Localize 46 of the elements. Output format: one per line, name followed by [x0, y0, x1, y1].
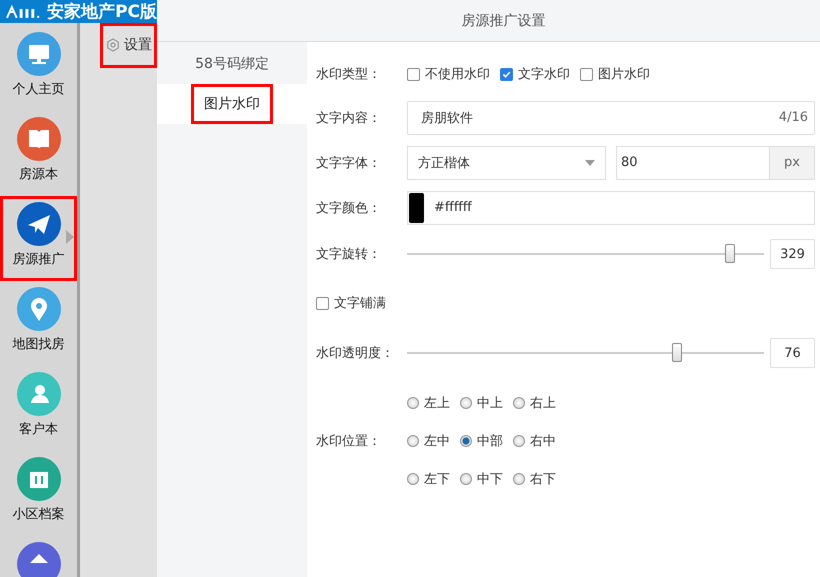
- field-label: 文字字体：: [316, 154, 382, 172]
- slider-thumb[interactable]: [725, 244, 736, 263]
- unit-label: px: [769, 146, 814, 178]
- radio-option[interactable]: 中上: [460, 394, 503, 412]
- size-field[interactable]: 80 px: [616, 146, 815, 180]
- slider-thumb[interactable]: [672, 343, 682, 362]
- checkbox-option[interactable]: 文字水印: [500, 65, 570, 83]
- nav-item[interactable]: 小区档案: [0, 451, 77, 536]
- radio-option[interactable]: 右下: [513, 470, 556, 488]
- nav-item[interactable]: 客户本: [0, 366, 77, 451]
- radio-option[interactable]: 右上: [513, 394, 556, 412]
- field-label: 水印位置：: [316, 433, 382, 450]
- field-label: 水印透明度：: [316, 345, 395, 362]
- radio-option[interactable]: 左中: [407, 432, 450, 450]
- field-label: 水印类型：: [316, 66, 382, 83]
- app-title: 安家地产PC版: [47, 1, 157, 23]
- rotation-value[interactable]: 329: [770, 239, 815, 269]
- char-counter: 4/16: [778, 110, 808, 125]
- radio-option[interactable]: 中下: [460, 470, 503, 488]
- tab[interactable]: 图片水印: [157, 84, 307, 124]
- field-label: 文字旋转：: [316, 246, 382, 263]
- settings-menu-item[interactable]: 设置: [100, 23, 157, 68]
- checkbox-option[interactable]: 文字铺满: [316, 294, 386, 312]
- field-label: 文字内容：: [316, 110, 382, 126]
- caret-icon: [585, 160, 595, 166]
- field-label: 文字颜色：: [316, 200, 382, 216]
- opacity-value[interactable]: 76: [770, 338, 815, 368]
- nav-item[interactable]: 房源推广: [0, 196, 77, 281]
- hexagon-icon: [106, 38, 120, 52]
- color-swatch: [409, 192, 424, 222]
- radio-option[interactable]: 右中: [513, 432, 556, 450]
- checkbox-option[interactable]: 图片水印: [580, 65, 650, 83]
- nav-item[interactable]: 房源本: [0, 111, 77, 196]
- radio-option[interactable]: 左下: [407, 470, 450, 488]
- nav-item[interactable]: 个人主页: [0, 26, 77, 111]
- logo-icon: [6, 4, 42, 20]
- check-icon: [502, 70, 511, 78]
- nav-item[interactable]: 地图找房: [0, 281, 77, 366]
- page-title: 房源推广设置: [462, 12, 546, 30]
- text-field[interactable]: 房朋软件 4/16: [407, 100, 815, 134]
- radio-option[interactable]: 左上: [407, 394, 450, 412]
- caret-icon: [66, 230, 74, 244]
- checkbox-option[interactable]: 不使用水印: [407, 65, 490, 83]
- radio-option[interactable]: 中部: [460, 432, 503, 450]
- font-select[interactable]: 方正楷体: [407, 146, 606, 180]
- color-field[interactable]: #ffffff: [407, 190, 815, 224]
